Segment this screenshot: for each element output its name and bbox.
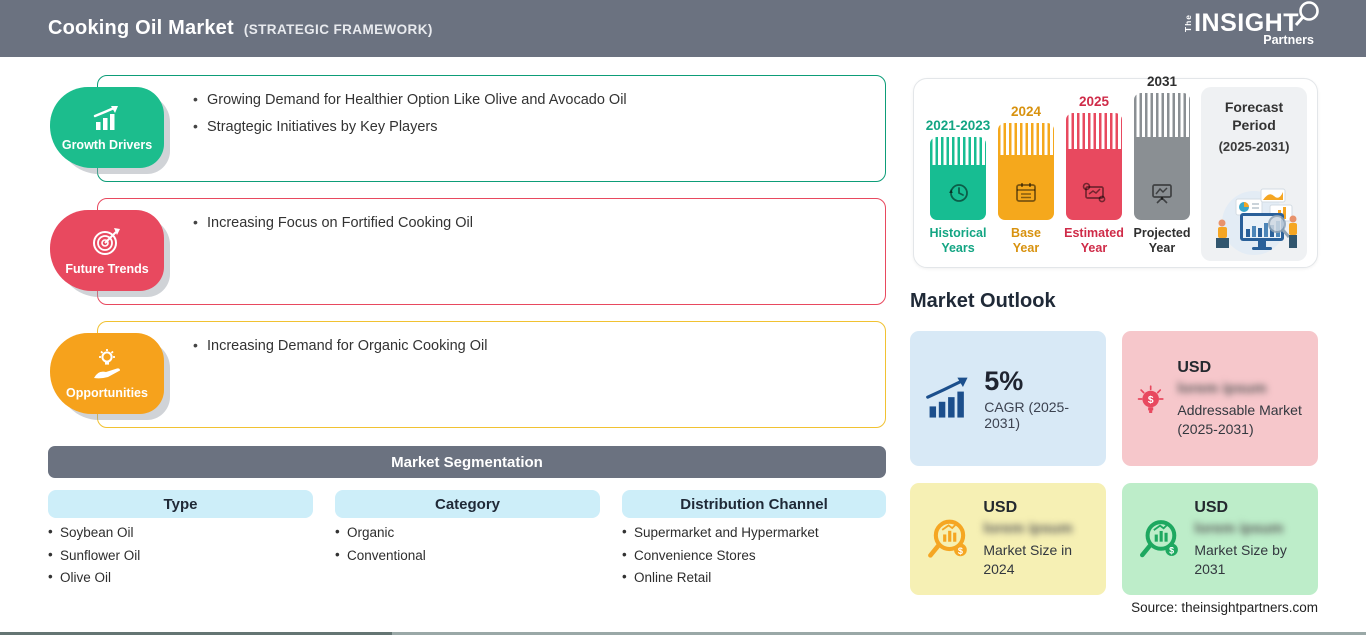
future-trends-badge: Future Trends: [50, 210, 164, 291]
base-year-bar: [998, 123, 1054, 221]
bar-caption: Base Year: [1011, 226, 1041, 255]
segment-header-distribution: Distribution Channel: [622, 490, 886, 518]
page-title: Cooking Oil Market: [48, 17, 234, 39]
bulb-dollar-icon: $: [1137, 384, 1164, 413]
timeline-card: 2021-2023 Historical Years 2024 Base Yea…: [913, 74, 1318, 268]
target-icon: [93, 227, 120, 255]
distribution-list: Supermarket and Hypermarket Convenience …: [622, 524, 819, 593]
card-label: Market Size in 2024: [983, 542, 1073, 577]
future-trends-box: Increasing Focus on Fortified Cooking Oi…: [97, 198, 886, 305]
timeline-historical: 2021-2023 Historical Years: [926, 118, 991, 255]
redacted-value: lorem ipsum: [983, 520, 1073, 538]
bar-caption: Estimated Year: [1064, 226, 1124, 255]
bar-caption: Historical Years: [929, 226, 987, 255]
year-label: 2024: [1010, 104, 1042, 120]
year-label: 2025: [1078, 94, 1110, 110]
estimated-year-bar: [1066, 113, 1122, 221]
list-item: Olive Oil: [48, 569, 140, 585]
timeline-base: 2024 Base Year: [997, 104, 1055, 255]
historical-bar: [930, 137, 986, 221]
forecast-period-range: (2025-2031): [1218, 139, 1290, 154]
segment-header-type: Type: [48, 490, 313, 518]
card-label: Addressable Market (2025-2031): [1177, 401, 1302, 437]
logo-insight-text: INSIGHT: [1194, 8, 1299, 37]
category-list: Organic Conventional: [335, 524, 426, 570]
list-item: Supermarket and Hypermarket: [622, 524, 819, 540]
list-item: Online Retail: [622, 569, 819, 585]
infographic-canvas: Cooking Oil Market (STRATEGIC FRAMEWORK)…: [0, 0, 1366, 635]
market-size-2031-card: $ USD lorem ipsum Market Size by 2031: [1122, 483, 1318, 595]
list-item: Sunflower Oil: [48, 547, 140, 563]
market-size-2024-card: $ USD lorem ipsum Market Size in 2024: [910, 483, 1106, 595]
svg-text:$: $: [958, 546, 963, 556]
opportunities-box: Increasing Demand for Organic Cooking Oi…: [97, 321, 886, 428]
magnifier-chart-icon-green: $: [1140, 520, 1178, 558]
list-item: Convenience Stores: [622, 547, 819, 563]
forecast-period-title: Forecast Period: [1224, 99, 1284, 133]
addressable-market-card: $ USD lorem ipsum Addressable Market (20…: [1122, 331, 1318, 466]
segment-header-category: Category: [335, 490, 600, 518]
currency-label: USD: [983, 499, 1018, 517]
growth-driver-bullet: Growing Demand for Healthier Option Like…: [193, 91, 865, 108]
page-subtitle: (STRATEGIC FRAMEWORK): [243, 22, 433, 37]
logo-partners-text: Partners: [1263, 32, 1314, 47]
cagr-label: CAGR (2025-2031): [984, 399, 1070, 431]
list-item: Conventional: [335, 547, 426, 563]
svg-text:$: $: [1169, 546, 1174, 556]
card-label: Market Size by 2031: [1194, 542, 1287, 577]
bar-caption: Projected Year: [1133, 226, 1191, 255]
opportunities-badge: Opportunities: [50, 333, 164, 414]
redacted-value: lorem ipsum: [1177, 379, 1267, 397]
source-attribution: Source: theinsightpartners.com: [1131, 600, 1318, 615]
cagr-card: 5% CAGR (2025-2031): [910, 331, 1106, 466]
projected-year-bar: [1134, 93, 1190, 221]
market-outlook-title: Market Outlook: [910, 290, 1056, 312]
growth-drivers-badge: Growth Drivers: [50, 87, 164, 168]
magnifier-chart-icon-orange: $: [928, 519, 967, 558]
analytics-illustration: [1216, 188, 1297, 255]
type-list: Soybean Oil Sunflower Oil Olive Oil: [48, 524, 140, 593]
history-clock-icon: [949, 184, 968, 203]
insight-partners-logo: The INSIGHT Partners: [1182, 1, 1322, 47]
header-bar: Cooking Oil Market (STRATEGIC FRAMEWORK)…: [0, 0, 1366, 57]
bar-chart-arrow-icon: [93, 105, 118, 130]
opportunity-bullet: Increasing Demand for Organic Cooking Oi…: [193, 337, 865, 354]
presentation-icon: [1152, 184, 1172, 204]
opportunities-label: Opportunities: [66, 385, 148, 400]
forecast-period-panel: Forecast Period (2025-2031): [1201, 87, 1307, 261]
growth-drivers-label: Growth Drivers: [61, 137, 153, 152]
cagr-value: 5%: [984, 366, 1024, 396]
year-label: 2021-2023: [925, 118, 991, 134]
currency-label: USD: [1194, 499, 1229, 517]
svg-text:$: $: [1148, 394, 1154, 405]
logo-the-text: The: [1182, 14, 1193, 33]
magnifier-icon: [1294, 1, 1319, 27]
idea-hand-icon: [94, 348, 120, 378]
timeline-bars: 2021-2023 Historical Years 2024 Base Yea…: [926, 74, 1191, 255]
future-trends-label: Future Trends: [65, 261, 149, 276]
calendar-icon: [1016, 183, 1036, 203]
currency-label: USD: [1177, 358, 1212, 376]
list-item: Soybean Oil: [48, 524, 140, 540]
growth-driver-bullet: Stragtegic Initiatives by Key Players: [193, 118, 865, 135]
growth-chart-icon: [926, 377, 968, 418]
timeline-projected: 2031 Projected Year: [1133, 74, 1191, 255]
growth-drivers-box: Growing Demand for Healthier Option Like…: [97, 75, 886, 182]
redacted-value: lorem ipsum: [1194, 520, 1284, 538]
gear-chart-icon: [1082, 182, 1106, 203]
timeline-estimated: 2025 Estimated Year: [1064, 94, 1124, 255]
market-segmentation-bar: Market Segmentation: [48, 446, 886, 478]
list-item: Organic: [335, 524, 426, 540]
year-label: 2031: [1146, 74, 1178, 90]
future-trend-bullet: Increasing Focus on Fortified Cooking Oi…: [193, 214, 865, 231]
